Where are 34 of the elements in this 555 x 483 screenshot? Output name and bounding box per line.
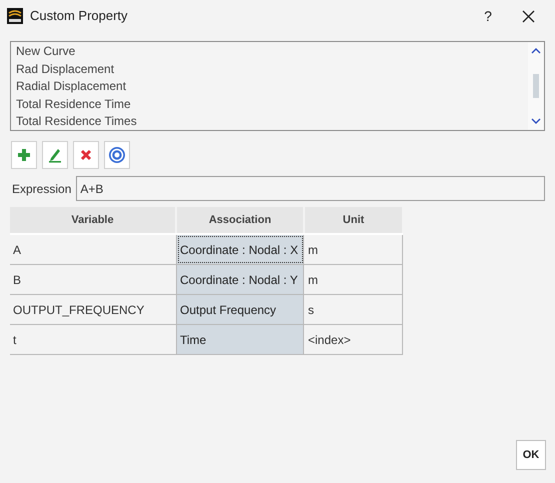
list-item[interactable]: Total Residence Times: [16, 113, 528, 130]
window-title: Custom Property: [30, 7, 128, 26]
expression-field[interactable]: A+B: [76, 176, 545, 201]
column-header[interactable]: Unit: [305, 207, 402, 233]
association-cell[interactable]: Time: [177, 325, 304, 354]
toolbar-button[interactable]: [42, 141, 68, 169]
table-cell: m: [304, 265, 403, 294]
association-cell[interactable]: Coordinate : Nodal : X: [177, 235, 304, 264]
list-item[interactable]: Rad Displacement: [16, 60, 528, 78]
association-cell[interactable]: Output Frequency: [177, 295, 304, 324]
chevron-up-icon: [531, 48, 541, 54]
list-item[interactable]: Radial Displacement: [16, 78, 528, 96]
table-cell: <index>: [304, 325, 403, 354]
column-header[interactable]: Association: [177, 207, 303, 233]
ok-button[interactable]: OK: [516, 440, 546, 470]
pencil-icon: [48, 147, 62, 163]
app-logo-icon: [7, 8, 23, 24]
association-cell[interactable]: Coordinate : Nodal : Y: [177, 265, 304, 294]
scrollbar-thumb[interactable]: [533, 74, 539, 98]
cross-icon: [80, 149, 92, 161]
help-button[interactable]: ?: [468, 2, 508, 30]
plus-icon: [17, 148, 31, 162]
list-item[interactable]: New Curve: [16, 43, 528, 60]
chevron-down-icon: [531, 118, 541, 124]
table-cell: s: [304, 295, 403, 324]
toolbar-button[interactable]: [73, 141, 99, 169]
close-icon: [522, 10, 534, 22]
column-header[interactable]: Variable: [10, 207, 175, 233]
table-cell: m: [304, 235, 403, 264]
toolbar-button[interactable]: [11, 141, 37, 169]
list-item[interactable]: Total Residence Time: [16, 96, 528, 113]
expression-label: Expression: [11, 180, 72, 198]
scrollbar[interactable]: [528, 42, 544, 130]
toolbar-button[interactable]: [104, 141, 130, 169]
